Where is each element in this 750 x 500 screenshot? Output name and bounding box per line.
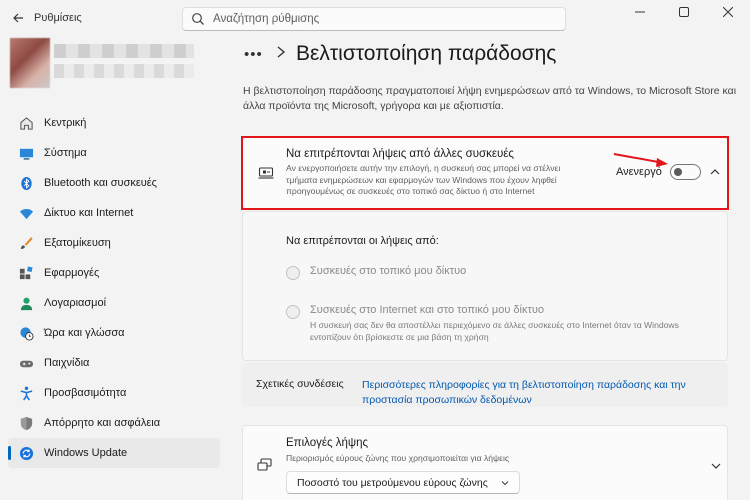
avatar[interactable]: [10, 38, 50, 88]
shield-icon: [18, 415, 34, 431]
local-network-radio-label[interactable]: Συσκευές στο τοπικό μου δίκτυο: [310, 265, 466, 277]
title-bar: Ρυθμίσεις: [0, 0, 750, 36]
sidebar-item-network[interactable]: Δίκτυο και Internet: [8, 198, 220, 228]
local-network-radio[interactable]: [286, 266, 300, 280]
chevron-down-icon: [501, 481, 509, 486]
search-input[interactable]: [213, 13, 543, 25]
sidebar-item-bluetooth[interactable]: Bluetooth και συσκευές: [8, 168, 220, 198]
sidebar-item-accounts[interactable]: Λογαριασμοί: [8, 288, 220, 318]
chevron-down-icon: [711, 463, 721, 469]
related-links-label: Σχετικές συνδέσεις: [256, 378, 344, 390]
sidebar-item-personalization[interactable]: Εξατομίκευση: [8, 228, 220, 258]
account-email-blurred: [54, 64, 194, 78]
sidebar-item-home[interactable]: Κεντρική: [8, 108, 220, 138]
privacy-info-link[interactable]: Περισσότερες πληροφορίες για τη βελτιστο…: [362, 378, 722, 408]
sidebar-item-privacy[interactable]: Απόρρητο και ασφάλεια: [8, 408, 220, 438]
sidebar-item-system[interactable]: Σύστημα: [8, 138, 220, 168]
page-description: Η βελτιστοποίηση παράδοσης πραγματοποιεί…: [243, 85, 737, 112]
sidebar-item-gaming[interactable]: Παιχνίδια: [8, 348, 220, 378]
expand-button[interactable]: [709, 459, 723, 471]
close-icon: [723, 7, 733, 17]
sidebar-item-windows-update[interactable]: Windows Update: [8, 438, 220, 468]
bandwidth-select-value: Ποσοστό του μετρούμενου εύρους ζώνης: [297, 477, 488, 489]
search-box[interactable]: [182, 7, 566, 31]
bandwidth-select[interactable]: Ποσοστό του μετρούμενου εύρους ζώνης: [286, 471, 520, 494]
internet-radio-label[interactable]: Συσκευές στο Internet και στο τοπικό μου…: [310, 304, 544, 316]
sidebar-item-label: Προσβασιμότητα: [44, 387, 127, 399]
maximize-icon: [679, 7, 689, 17]
sidebar-nav: Κεντρική Σύστημα Bluetooth και συσκευές …: [8, 108, 220, 468]
minimize-button[interactable]: [618, 0, 662, 24]
sidebar-item-label: Λογαριασμοί: [44, 297, 107, 309]
back-arrow-icon: [13, 13, 23, 23]
sidebar-item-label: Εξατομίκευση: [44, 237, 111, 249]
sidebar-item-label: Απόρρητο και ασφάλεια: [44, 417, 161, 429]
wifi-icon: [18, 205, 34, 221]
sidebar-item-label: Ώρα και γλώσσα: [44, 327, 125, 339]
internet-radio-description: Η συσκευή σας δεν θα αποστέλλει περιεχόμ…: [310, 320, 679, 342]
internet-radio[interactable]: [286, 305, 300, 319]
bluetooth-icon: [18, 175, 34, 191]
allow-from-title: Να επιτρέπονται οι λήψεις από:: [286, 235, 439, 247]
download-options-description: Περιορισμός εύρους ζώνης που χρησιμοποιε…: [286, 453, 510, 463]
home-icon: [18, 115, 34, 131]
sidebar-item-accessibility[interactable]: Προσβασιμότητα: [8, 378, 220, 408]
download-options-title: Επιλογές λήψης: [286, 437, 369, 449]
back-button[interactable]: [8, 8, 28, 28]
breadcrumb-separator-icon: [276, 45, 286, 64]
apps-icon: [18, 265, 34, 281]
bandwidth-icon: [257, 458, 273, 472]
sidebar-item-label: Παιχνίδια: [44, 357, 90, 369]
sidebar-item-label: Bluetooth και συσκευές: [44, 177, 157, 189]
breadcrumb-more-button[interactable]: •••: [244, 46, 263, 63]
sidebar-item-label: Windows Update: [44, 447, 128, 459]
person-icon: [18, 295, 34, 311]
search-icon: [192, 13, 204, 25]
minimize-icon: [635, 11, 645, 13]
annotation-arrow-icon: [613, 153, 668, 167]
account-name-blurred: [54, 44, 194, 58]
highlight-box: [241, 136, 729, 210]
brush-icon: [18, 235, 34, 251]
monitor-icon: [18, 145, 34, 161]
sidebar-item-time-language[interactable]: Ώρα και γλώσσα: [8, 318, 220, 348]
sidebar-item-label: Κεντρική: [44, 117, 87, 129]
app-title: Ρυθμίσεις: [34, 12, 82, 24]
sidebar-item-label: Σύστημα: [44, 147, 87, 159]
sidebar-item-label: Δίκτυο και Internet: [44, 207, 134, 219]
close-button[interactable]: [706, 0, 750, 24]
sidebar-item-label: Εφαρμογές: [44, 267, 100, 279]
gamepad-icon: [18, 355, 34, 371]
update-icon: [18, 445, 34, 461]
globe-clock-icon: [18, 325, 34, 341]
sidebar-item-apps[interactable]: Εφαρμογές: [8, 258, 220, 288]
page-title: Βελτιστοποίηση παράδοσης: [296, 42, 557, 65]
maximize-button[interactable]: [662, 0, 706, 24]
accessibility-icon: [18, 385, 34, 401]
